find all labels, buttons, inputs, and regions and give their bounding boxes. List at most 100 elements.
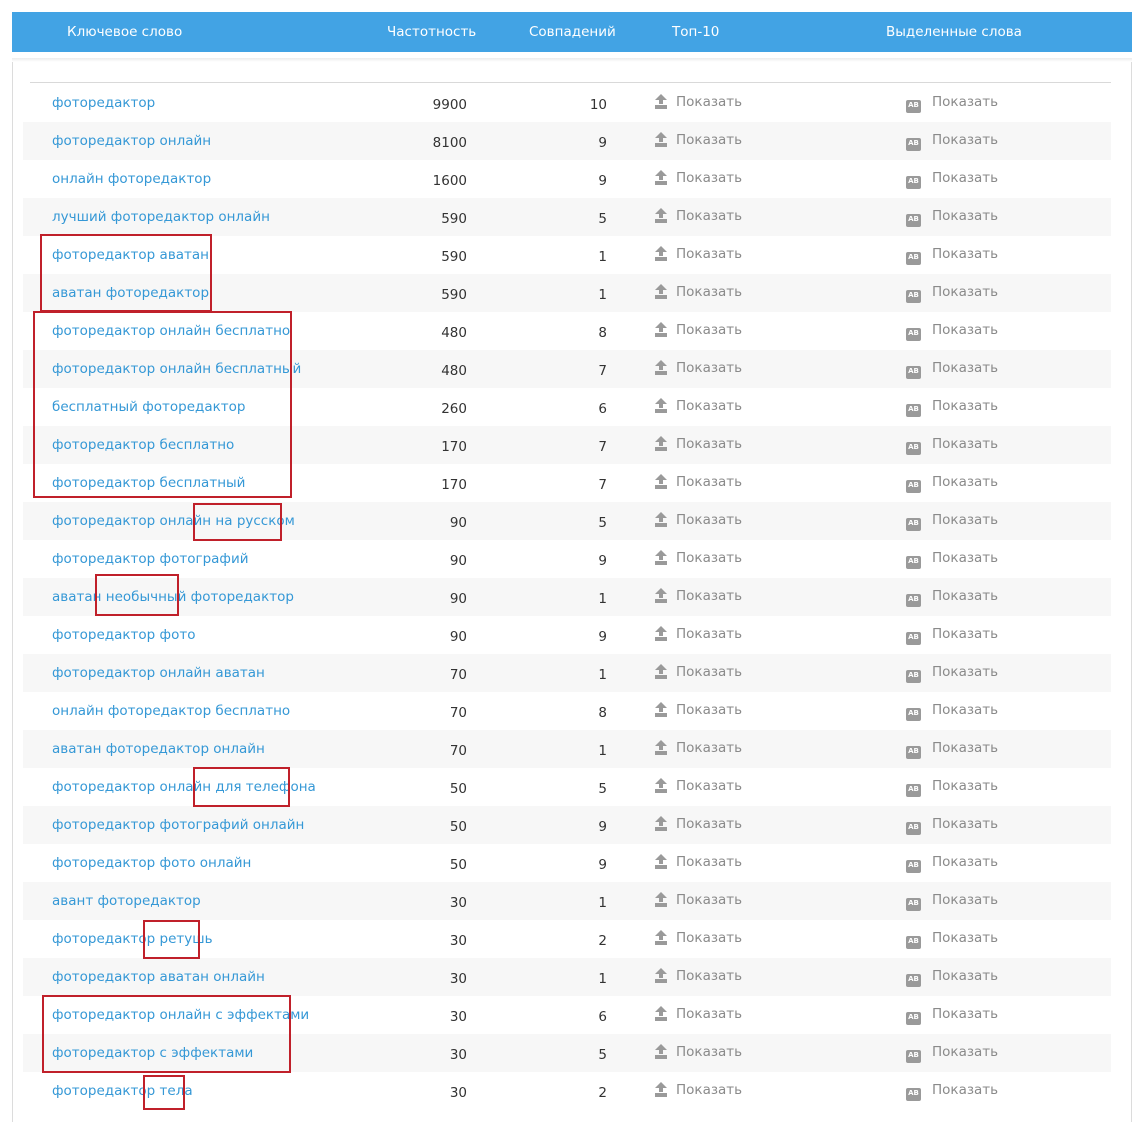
show-top10-button[interactable]: Показать (655, 930, 742, 946)
keyword-link[interactable]: фоторедактор фото (52, 627, 195, 643)
upload-icon (655, 284, 667, 298)
show-top10-button[interactable]: Показать (655, 626, 742, 642)
show-top10-button[interactable]: Показать (655, 664, 742, 680)
highlight-box (193, 767, 290, 807)
table-row: лучший фоторедактор онлайн 590 5 Показать AB… (23, 198, 1111, 236)
table-divider (30, 82, 1111, 83)
column-header-top10[interactable]: Топ-10 (672, 24, 719, 40)
show-top10-button[interactable]: Показать (655, 94, 742, 110)
show-highlighted-words-button[interactable]: AB Показать (906, 702, 998, 721)
show-top10-button[interactable]: Показать (655, 892, 742, 908)
upload-icon (655, 626, 667, 640)
show-highlighted-words-button[interactable]: AB Показать (906, 284, 998, 303)
keyword-link[interactable]: авант фоторедактор (52, 893, 201, 909)
column-header-highlighted-words[interactable]: Выделенные слова (886, 24, 1022, 40)
keyword-link[interactable]: фоторедактор фотографий (52, 551, 249, 567)
show-highlighted-words-button[interactable]: AB Показать (906, 1044, 998, 1063)
column-header-keyword[interactable]: Ключевое слово (67, 24, 182, 40)
show-highlighted-words-button[interactable]: AB Показать (906, 854, 998, 873)
show-highlighted-words-button[interactable]: AB Показать (906, 246, 998, 265)
show-top10-button[interactable]: Показать (655, 1006, 742, 1022)
show-highlighted-words-button[interactable]: AB Показать (906, 208, 998, 227)
show-top10-button[interactable]: Показать (655, 968, 742, 984)
show-top10-button[interactable]: Показать (655, 550, 742, 566)
keyword-link[interactable]: лучший фоторедактор онлайн (52, 209, 270, 225)
show-top10-button[interactable]: Показать (655, 208, 742, 224)
show-highlighted-words-button[interactable]: AB Показать (906, 1082, 998, 1101)
table-row: фоторедактор онлайн аватан 70 1 Показать AB П… (23, 654, 1111, 692)
ab-icon: AB (906, 898, 921, 911)
show-top10-button[interactable]: Показать (655, 284, 742, 300)
show-highlighted-words-button[interactable]: AB Показать (906, 398, 998, 417)
show-highlighted-words-button[interactable]: AB Показать (906, 474, 998, 493)
show-top10-button[interactable]: Показать (655, 816, 742, 832)
column-header-frequency[interactable]: Частотность (387, 24, 476, 40)
column-header-matches[interactable]: Совпадений (529, 24, 616, 40)
keyword-link[interactable]: фоторедактор аватан онлайн (52, 969, 265, 985)
show-top10-button[interactable]: Показать (655, 474, 742, 490)
show-highlighted-words-button[interactable]: AB Показать (906, 436, 998, 455)
show-highlighted-words-button[interactable]: AB Показать (906, 360, 998, 379)
show-highlighted-label: Показать (932, 474, 999, 490)
table-row: фоторедактор фотографий онлайн 50 9 Показат… (23, 806, 1111, 844)
show-highlighted-words-button[interactable]: AB Показать (906, 94, 998, 113)
show-top10-button[interactable]: Показать (655, 360, 742, 376)
keyword-link[interactable]: онлайн фоторедактор (52, 171, 211, 187)
table-header: Ключевое слово Частотность Совпадений То… (12, 12, 1132, 52)
show-highlighted-words-button[interactable]: AB Показать (906, 588, 998, 607)
matches-value: 9 (598, 629, 607, 645)
show-top10-button[interactable]: Показать (655, 170, 742, 186)
frequency-value: 70 (449, 705, 467, 721)
ab-icon: AB (906, 556, 921, 569)
show-top10-button[interactable]: Показать (655, 322, 742, 338)
show-top10-button[interactable]: Показать (655, 398, 742, 414)
show-highlighted-words-button[interactable]: AB Показать (906, 778, 998, 797)
show-top10-button[interactable]: Показать (655, 778, 742, 794)
show-highlighted-words-button[interactable]: AB Показать (906, 550, 998, 569)
show-top10-button[interactable]: Показать (655, 512, 742, 528)
ab-icon: AB (906, 138, 921, 151)
matches-value: 9 (598, 135, 607, 151)
frequency-value: 70 (449, 743, 467, 759)
show-top10-button[interactable]: Показать (655, 702, 742, 718)
ab-icon: AB (906, 290, 921, 303)
show-highlighted-words-button[interactable]: AB Показать (906, 1006, 998, 1025)
show-highlighted-words-button[interactable]: AB Показать (906, 968, 998, 987)
show-highlighted-words-button[interactable]: AB Показать (906, 170, 998, 189)
matches-value: 7 (598, 363, 607, 379)
show-top10-label: Показать (676, 208, 743, 224)
keyword-link[interactable]: фоторедактор фото онлайн (52, 855, 251, 871)
show-top10-button[interactable]: Показать (655, 854, 742, 870)
show-highlighted-words-button[interactable]: AB Показать (906, 664, 998, 683)
show-top10-button[interactable]: Показать (655, 1044, 742, 1060)
show-highlighted-words-button[interactable]: AB Показать (906, 816, 998, 835)
show-highlighted-words-button[interactable]: AB Показать (906, 930, 998, 949)
show-top10-button[interactable]: Показать (655, 1082, 742, 1098)
frequency-value: 260 (441, 401, 467, 417)
keyword-link[interactable]: фоторедактор фотографий онлайн (52, 817, 304, 833)
show-highlighted-words-button[interactable]: AB Показать (906, 892, 998, 911)
show-top10-button[interactable]: Показать (655, 132, 742, 148)
show-highlighted-words-button[interactable]: AB Показать (906, 322, 998, 341)
keyword-link[interactable]: фоторедактор (52, 95, 155, 111)
keyword-link[interactable]: аватан фоторедактор онлайн (52, 741, 265, 757)
show-highlighted-words-button[interactable]: AB Показать (906, 132, 998, 151)
highlight-box (33, 311, 292, 498)
show-highlighted-words-button[interactable]: AB Показать (906, 740, 998, 759)
show-highlighted-words-button[interactable]: AB Показать (906, 512, 998, 531)
ab-icon: AB (906, 974, 921, 987)
ab-icon: AB (906, 176, 921, 189)
keyword-link[interactable]: онлайн фоторедактор бесплатно (52, 703, 290, 719)
keyword-link[interactable]: фоторедактор онлайн (52, 133, 211, 149)
show-highlighted-words-button[interactable]: AB Показать (906, 626, 998, 645)
show-top10-label: Показать (676, 1082, 743, 1098)
show-top10-button[interactable]: Показать (655, 740, 742, 756)
show-top10-button[interactable]: Показать (655, 436, 742, 452)
show-top10-button[interactable]: Показать (655, 588, 742, 604)
matches-value: 9 (598, 819, 607, 835)
keyword-link[interactable]: фоторедактор онлайн аватан (52, 665, 265, 681)
table-row: фоторедактор 9900 10 Показать AB Показать (23, 84, 1111, 122)
show-highlighted-label: Показать (932, 968, 999, 984)
show-top10-button[interactable]: Показать (655, 246, 742, 262)
upload-icon (655, 132, 667, 146)
